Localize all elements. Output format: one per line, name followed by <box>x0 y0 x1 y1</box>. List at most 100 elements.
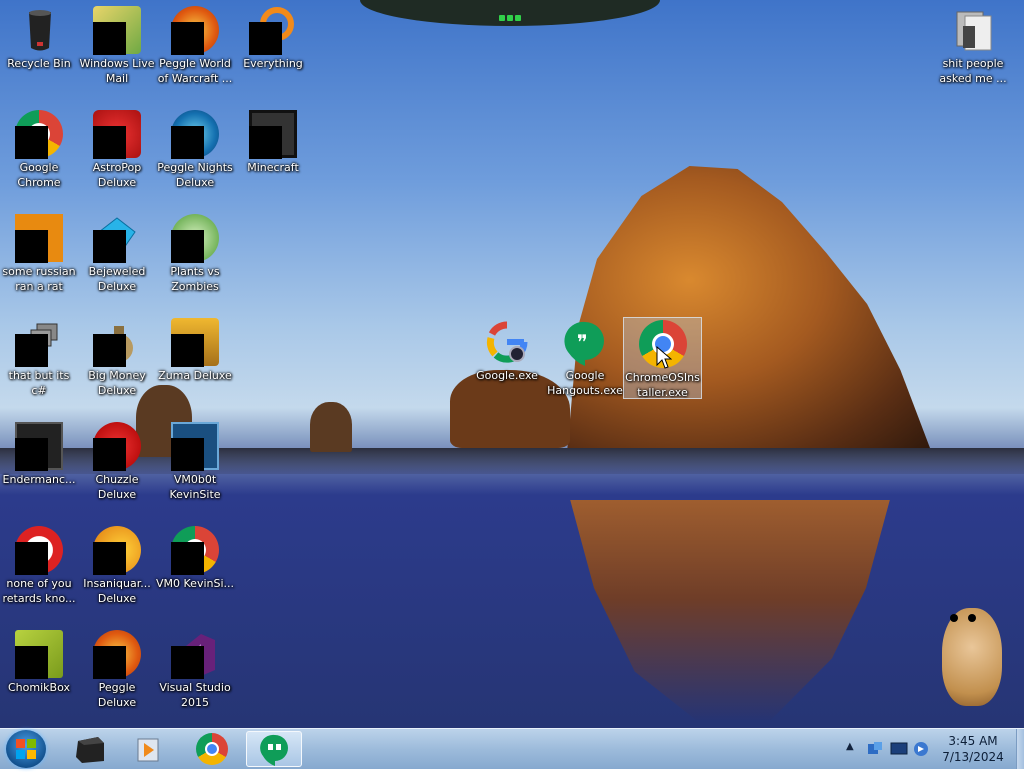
redaction-box <box>171 438 204 471</box>
icon-label: Recycle Bin <box>7 57 71 70</box>
desktop-icon-zuma-deluxe[interactable]: Zuma Deluxe <box>156 312 234 383</box>
icon-label: Peggle Deluxe <box>97 681 137 709</box>
icon-label: Google.exe <box>476 369 538 382</box>
desktop-icon-bejeweled-deluxe[interactable]: Bejeweled Deluxe <box>78 208 156 294</box>
redaction-box <box>15 230 48 263</box>
icon-label: Endermanc... <box>2 473 76 486</box>
desktop-icon-big-money-deluxe[interactable]: Big Money Deluxe <box>78 312 156 398</box>
desktop-icon-shit-people-asked-me[interactable]: shit people asked me ... <box>934 0 1012 86</box>
desktop-icon-chomikbox[interactable]: ChomikBox <box>0 624 78 695</box>
hangouts-icon: ❞ <box>561 318 609 366</box>
recycle-bin-icon <box>15 6 63 54</box>
mouse-cursor-icon <box>656 346 672 369</box>
clock[interactable]: 3:45 AM 7/13/2024 <box>932 733 1014 765</box>
hamster-icon <box>942 608 1002 706</box>
network-icon[interactable] <box>866 740 884 758</box>
clock-time: 3:45 AM <box>948 734 998 748</box>
icon-label: shit people asked me ... <box>939 57 1007 85</box>
redaction-box <box>15 542 48 575</box>
redaction-box <box>171 542 204 575</box>
system-tray: ▲ <box>840 729 930 769</box>
redaction-box <box>93 646 126 679</box>
desktop-icon-google-exe[interactable]: Google.exe <box>468 312 546 383</box>
show-hidden-icons-chevron-icon[interactable]: ▲ <box>846 741 854 752</box>
desktop-icon-some-russian-ran-a-rat[interactable]: some russian ran a rat <box>0 208 78 294</box>
monitor-icon[interactable] <box>890 740 908 758</box>
box-icon <box>76 737 104 763</box>
show-desktop-button[interactable] <box>1016 729 1024 769</box>
desktop-icon-peggle-nights-deluxe[interactable]: Peggle Nights Deluxe <box>156 104 234 190</box>
icon-label: Minecraft <box>247 161 299 174</box>
desktop-icon-vm0b0t-kevinsite[interactable]: VM0b0t KevinSite <box>156 416 234 502</box>
chrome-icon <box>196 733 228 765</box>
desktop-icon-peggle-world-of-warcraft[interactable]: Peggle World of Warcraft ... <box>156 0 234 86</box>
desktop[interactable]: Recycle Bin Google Chrome some russian r… <box>0 0 1024 728</box>
redaction-box <box>249 126 282 159</box>
desktop-icon-google-hangouts-exe[interactable]: ❞ Google Hangouts.exe <box>546 312 624 398</box>
desktop-icon-that-but-its-c[interactable]: that but its c# <box>0 312 78 398</box>
desktop-icon-astropop-deluxe[interactable]: AstroPop Deluxe <box>78 104 156 190</box>
icon-label: Chuzzle Deluxe <box>95 473 139 501</box>
folder-icon <box>949 6 997 54</box>
desktop-icon-visual-studio-2015[interactable]: Visual Studio 2015 <box>156 624 234 710</box>
desktop-icon-none-of-you[interactable]: none of you retards kno... <box>0 520 78 606</box>
icon-label: Visual Studio 2015 <box>159 681 231 709</box>
icon-label: Everything <box>243 57 303 70</box>
icon-label: VM0 KevinSi... <box>156 577 235 590</box>
wallpaper-reflection <box>570 500 890 720</box>
desktop-icon-chromeosinstaller-exe[interactable]: ChromeOSInstaller.exe <box>623 317 702 399</box>
redaction-box <box>171 22 204 55</box>
icon-label: some russian ran a rat <box>2 265 76 293</box>
redaction-box <box>93 438 126 471</box>
desktop-icon-everything[interactable]: Everything <box>234 0 312 71</box>
wallpaper-sea-stack <box>310 402 352 452</box>
start-button[interactable] <box>6 730 46 768</box>
icon-label: Insaniquar... Deluxe <box>83 577 151 605</box>
icon-label: ChomikBox <box>8 681 70 694</box>
redaction-box <box>93 334 126 367</box>
desktop-icon-peggle-deluxe[interactable]: Peggle Deluxe <box>78 624 156 710</box>
taskbar-black-box-app[interactable] <box>62 731 118 767</box>
redaction-box <box>15 646 48 679</box>
icon-label: AstroPop Deluxe <box>92 161 142 189</box>
desktop-icon-recycle-bin[interactable]: Recycle Bin <box>0 0 78 71</box>
icon-label: Google Chrome <box>17 161 61 189</box>
redaction-box <box>171 126 204 159</box>
redaction-box <box>171 334 204 367</box>
redaction-box <box>93 542 126 575</box>
redaction-box <box>249 22 282 55</box>
desktop-icon-vm0-kevinsi[interactable]: VM0 KevinSi... <box>156 520 234 591</box>
media-player-icon <box>137 738 159 762</box>
icon-label: VM0b0t KevinSite <box>169 473 221 501</box>
redaction-box <box>15 438 48 471</box>
svg-text:❞: ❞ <box>577 330 588 354</box>
icon-label: none of you retards kno... <box>2 577 76 605</box>
icon-label: Plants vs Zombies <box>170 265 220 293</box>
redaction-box <box>93 230 126 263</box>
desktop-icon-chuzzle-deluxe[interactable]: Chuzzle Deluxe <box>78 416 156 502</box>
icon-label: Google Hangouts.exe <box>547 369 623 397</box>
icon-label: Windows Live Mail <box>79 57 155 85</box>
taskbar-media-player[interactable] <box>120 731 176 767</box>
icon-label: ChromeOSInstaller.exe <box>625 371 700 399</box>
volume-icon[interactable] <box>912 740 930 758</box>
hamster-gadget[interactable] <box>930 600 1010 710</box>
desktop-icon-windows-live-mail[interactable]: Windows Live Mail <box>78 0 156 86</box>
desktop-icon-endermanc[interactable]: Endermanc... <box>0 416 78 487</box>
taskbar-chrome[interactable] <box>184 731 240 767</box>
redaction-box <box>15 126 48 159</box>
wallpaper-haystack-rock <box>567 166 930 448</box>
redaction-box <box>93 22 126 55</box>
desktop-icon-plants-vs-zombies[interactable]: Plants vs Zombies <box>156 208 234 294</box>
top-gadget-bar <box>360 0 660 26</box>
redaction-box <box>171 230 204 263</box>
taskbar-hangouts[interactable] <box>246 731 302 767</box>
windows-logo-icon <box>16 739 36 759</box>
desktop-icon-minecraft[interactable]: Minecraft <box>234 104 312 175</box>
desktop-icon-google-chrome[interactable]: Google Chrome <box>0 104 78 190</box>
hangouts-icon <box>260 734 288 766</box>
icon-label: Zuma Deluxe <box>158 369 232 382</box>
redaction-box <box>93 126 126 159</box>
icon-label: Bejeweled Deluxe <box>88 265 146 293</box>
desktop-icon-insaniquarium-deluxe[interactable]: Insaniquar... Deluxe <box>78 520 156 606</box>
